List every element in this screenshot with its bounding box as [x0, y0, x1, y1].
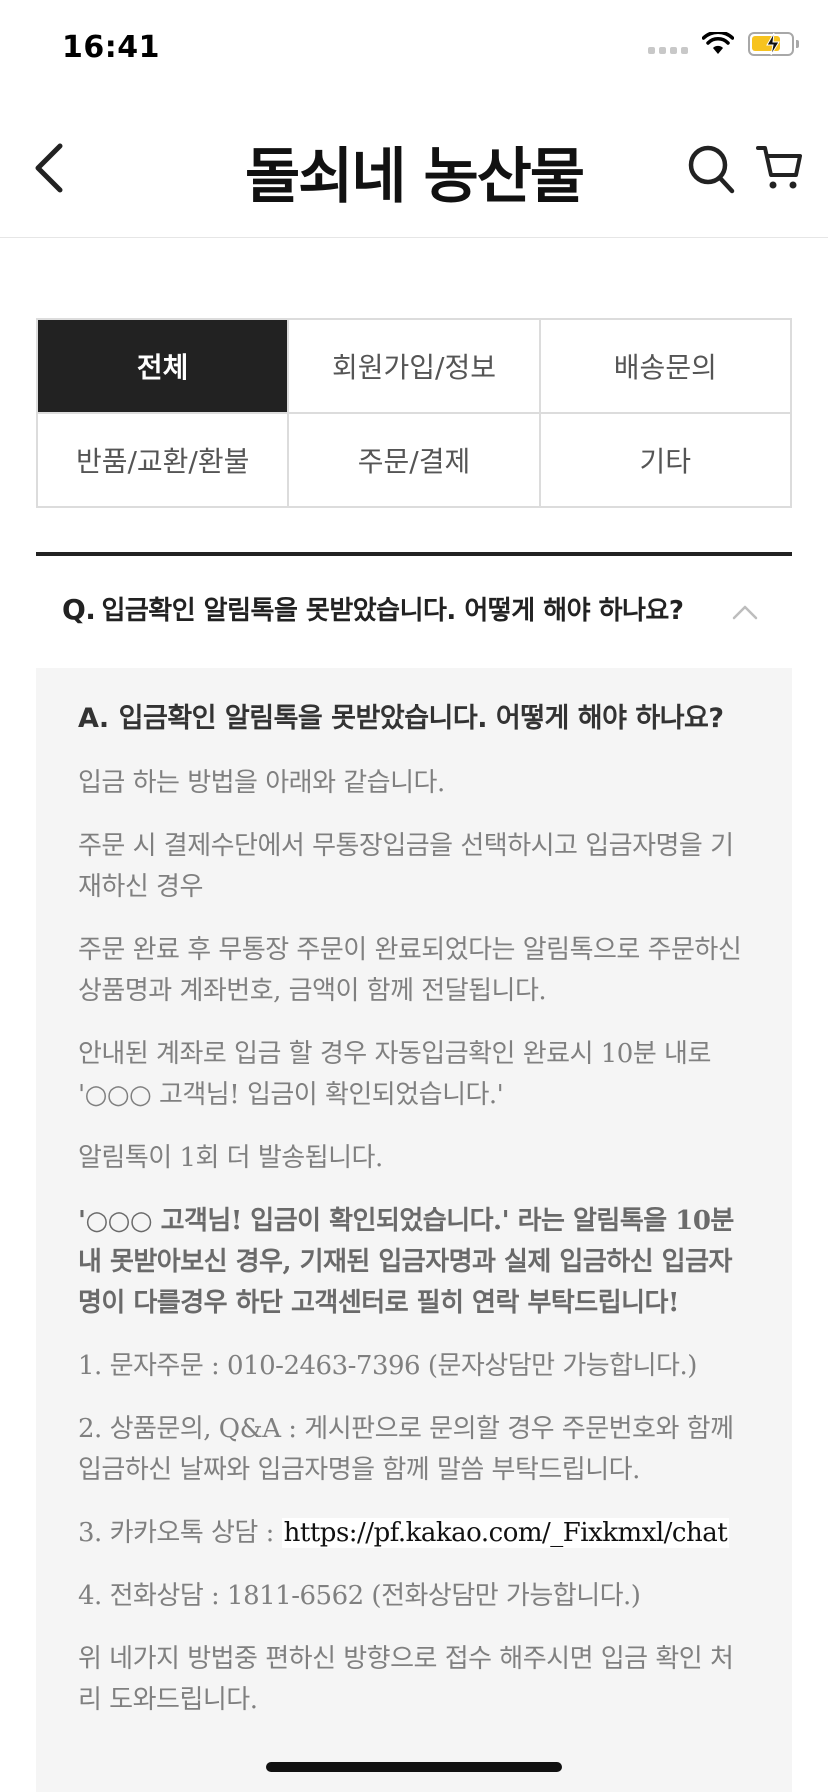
category-etc[interactable]: 기타: [540, 414, 792, 508]
faq-category-grid: 전체 회원가입/정보 배송문의 반품/교환/환불 주문/결제 기타: [36, 318, 792, 508]
cellular-signal-icon: [648, 34, 688, 54]
nav-bar: 돌쇠네 농산물: [0, 96, 828, 238]
cart-icon[interactable]: [756, 144, 802, 192]
answer-paragraph: 주문 완료 후 무통장 주문이 완료되었다는 알림톡으로 주문하신 상품명과 계…: [78, 935, 742, 1006]
faq-answer: A. 입금확인 알림톡을 못받았습니다. 어떻게 해야 하나요? 입금 하는 방법…: [36, 668, 792, 1792]
answer-paragraph: 위 네가지 방법중 편하신 방향으로 접수 해주시면 입금 확인 처리 도와드립…: [78, 1644, 734, 1715]
category-membership[interactable]: 회원가입/정보: [289, 320, 541, 414]
kakao-chat-link[interactable]: https://pf.kakao.com/_Fixkmxl/chat: [281, 1518, 730, 1548]
status-bar: 16:41: [0, 0, 828, 96]
answer-contact-phone: 4. 전화상담 : 1811-6562 (전화상담만 가능합니다.): [78, 1581, 641, 1611]
status-time: 16:41: [62, 30, 160, 65]
status-icons: [648, 32, 799, 56]
category-all[interactable]: 전체: [38, 320, 290, 414]
answer-prefix: A.: [78, 703, 109, 734]
category-order-payment[interactable]: 주문/결제: [289, 414, 541, 508]
wifi-icon: [702, 32, 734, 54]
answer-paragraph: 입금 하는 방법을 아래와 같습니다.: [78, 768, 445, 798]
question-prefix: Q.: [62, 593, 96, 626]
faq-question: Q. 입금확인 알림톡을 못받았습니다. 어떻게 해야 하나요?: [62, 590, 684, 627]
answer-contact-kakao: 3. 카카오톡 상담 : https://pf.kakao.com/_Fixkm…: [78, 1518, 730, 1548]
answer-title: A. 입금확인 알림톡을 못받았습니다. 어떻게 해야 하나요?: [78, 703, 724, 734]
chevron-up-icon[interactable]: [730, 602, 760, 622]
answer-contact-board: 2. 상품문의, Q&A : 게시판으로 문의할 경우 주문번호와 함께 입금하…: [78, 1414, 734, 1485]
home-indicator[interactable]: [266, 1762, 562, 1772]
category-returns[interactable]: 반품/교환/환불: [38, 414, 290, 508]
faq-divider: [36, 552, 792, 556]
answer-paragraph: 주문 시 결제수단에서 무통장입금을 선택하시고 입금자명을 기재하신 경우: [78, 831, 734, 902]
faq-question-row[interactable]: Q. 입금확인 알림톡을 못받았습니다. 어떻게 해야 하나요?: [36, 580, 792, 670]
answer-notice: '○○○ 고객님! 입금이 확인되었습니다.' 라는 알림톡을 10분 내 못받…: [78, 1206, 734, 1318]
answer-contact-sms: 1. 문자주문 : 010-2463-7396 (문자상담만 가능합니다.): [78, 1351, 697, 1381]
search-icon[interactable]: [686, 142, 736, 196]
answer-paragraph: 안내된 계좌로 입금 할 경우 자동입금확인 완료시 10분 내로 '○○○ 고…: [78, 1039, 711, 1110]
category-shipping[interactable]: 배송문의: [540, 320, 792, 414]
battery-icon: [748, 32, 799, 56]
answer-paragraph: 알림톡이 1회 더 발송됩니다.: [78, 1143, 383, 1173]
question-text: 입금확인 알림톡을 못받았습니다. 어떻게 해야 하나요?: [101, 596, 684, 626]
